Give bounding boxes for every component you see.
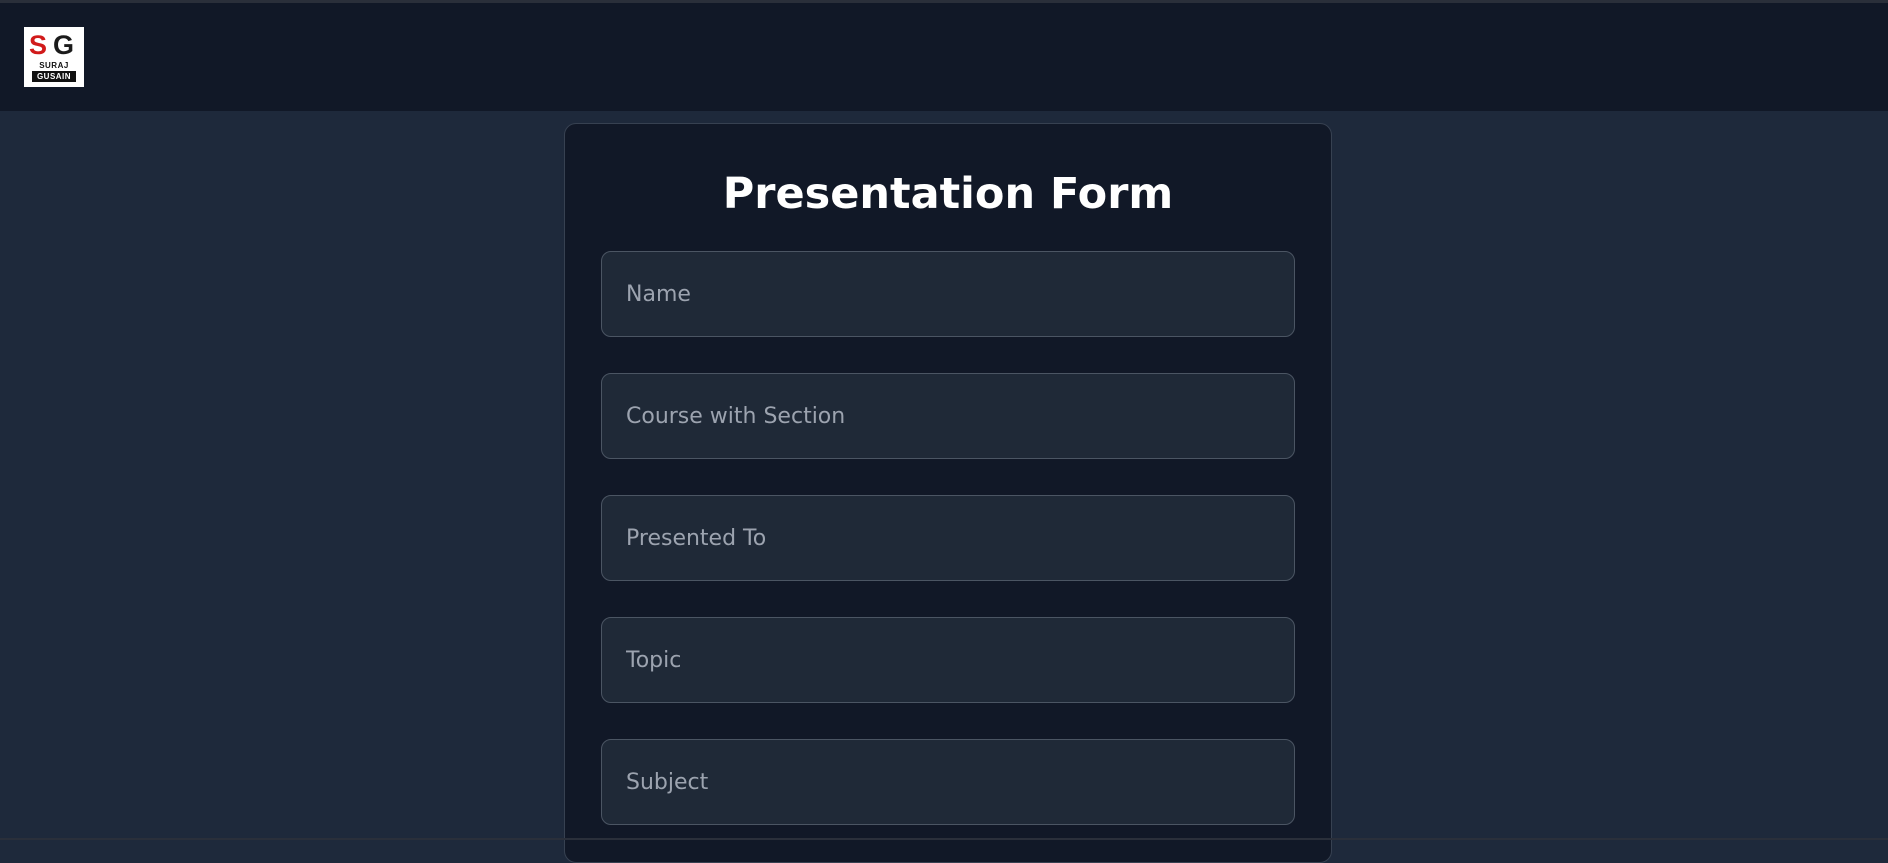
logo-last-name: GUSAIN [32, 71, 76, 82]
navbar: S G SURAJ GUSAIN [0, 3, 1888, 111]
site-logo[interactable]: S G SURAJ GUSAIN [24, 27, 84, 87]
logo-first-name: SURAJ [39, 61, 69, 70]
name-input[interactable] [601, 251, 1295, 337]
logo-letter-g: G [53, 30, 75, 60]
logo-letter-s: S [29, 30, 48, 60]
topic-input[interactable] [601, 617, 1295, 703]
form-title: Presentation Form [722, 169, 1174, 219]
presented-to-input[interactable] [601, 495, 1295, 581]
course-section-input[interactable] [601, 373, 1295, 459]
subject-input[interactable] [601, 739, 1295, 825]
presentation-form-card: Presentation Form [564, 123, 1332, 863]
